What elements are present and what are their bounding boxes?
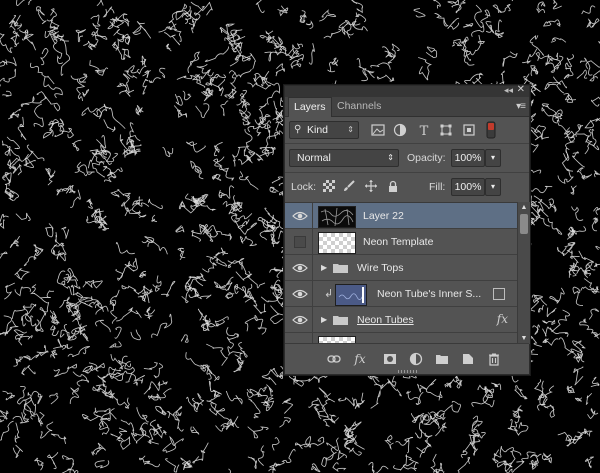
- layer-thumbnail: [318, 206, 356, 228]
- folder-icon: [333, 316, 348, 325]
- layer-row-neon-tubes[interactable]: ▶ Neon Tubes fx: [285, 307, 517, 333]
- image-filter-icon[interactable]: [371, 123, 385, 137]
- search-icon: ⚲: [294, 124, 302, 135]
- folder-icon: [333, 264, 348, 273]
- smart-object-badge-icon: [493, 288, 505, 300]
- lock-transparent-icon[interactable]: [323, 180, 335, 192]
- panel-menu-icon[interactable]: ▾≡: [516, 101, 526, 112]
- chevron-updown-icon: ⇕: [347, 125, 354, 134]
- svg-text:T: T: [420, 124, 429, 137]
- expand-arrow-icon[interactable]: ▶: [321, 315, 327, 324]
- lock-icons: [323, 180, 403, 192]
- opacity-dropdown-button[interactable]: ▾: [485, 149, 501, 167]
- filter-kind-label: Kind: [307, 124, 329, 136]
- panel-title-bar[interactable]: ◂◂ ✕: [285, 84, 529, 97]
- layer-effects-icon[interactable]: fx: [497, 312, 508, 326]
- layer-thumbnail: [335, 284, 367, 306]
- tab-layers[interactable]: Layers: [288, 97, 332, 117]
- filter-kind-select[interactable]: ⚲ Kind ⇕: [289, 121, 359, 139]
- expand-arrow-icon[interactable]: ▶: [321, 263, 327, 272]
- fill-input[interactable]: 100%: [451, 178, 485, 196]
- filter-toggle-icon[interactable]: [484, 121, 498, 139]
- close-panel-icon[interactable]: ✕: [517, 84, 525, 95]
- eye-icon[interactable]: [292, 262, 308, 274]
- scroll-thumb[interactable]: [520, 214, 528, 234]
- panel-bottom-bar: fx: [285, 343, 529, 374]
- blend-mode-select[interactable]: Normal ⇕: [289, 149, 399, 167]
- new-adjustment-icon[interactable]: [409, 352, 423, 366]
- chevron-updown-icon: ⇕: [387, 153, 394, 162]
- lock-position-icon[interactable]: [365, 180, 377, 192]
- layer-row-layer-22[interactable]: Layer 22: [285, 203, 517, 229]
- eye-icon[interactable]: [292, 210, 308, 222]
- smart-object-filter-icon[interactable]: [462, 123, 476, 137]
- layer-list-scrollbar[interactable]: ▲ ▼: [517, 202, 530, 344]
- lock-paint-icon[interactable]: [343, 180, 355, 192]
- filter-icons: T: [371, 121, 521, 139]
- lock-label: Lock:: [291, 181, 317, 193]
- layer-name: Wire Tops: [357, 262, 404, 274]
- layer-name: Neon Template: [363, 236, 434, 248]
- type-filter-icon[interactable]: T: [417, 123, 431, 137]
- blend-mode-value: Normal: [297, 152, 331, 164]
- layer-name: Neon Tube's Inner S...: [377, 288, 482, 300]
- layer-row-neon-tubes-inner[interactable]: ↲ Neon Tube's Inner S...: [285, 281, 517, 307]
- add-mask-icon[interactable]: [383, 352, 397, 366]
- lock-all-icon[interactable]: [387, 180, 399, 192]
- layer-name: Neon Tubes: [357, 314, 414, 326]
- tab-channels[interactable]: Channels: [332, 97, 386, 116]
- fill-dropdown-button[interactable]: ▾: [485, 178, 501, 196]
- resize-grip[interactable]: [398, 370, 418, 373]
- link-icon[interactable]: [327, 352, 341, 366]
- eye-icon[interactable]: [292, 288, 308, 300]
- scroll-up-icon[interactable]: ▲: [518, 202, 530, 213]
- visibility-toggle[interactable]: [294, 236, 306, 248]
- layer-row-neon-template[interactable]: Neon Template: [285, 229, 517, 255]
- new-layer-icon[interactable]: [461, 352, 475, 366]
- add-style-icon[interactable]: fx: [353, 352, 367, 366]
- opacity-label: Opacity:: [407, 152, 446, 164]
- layer-row-wire-tops[interactable]: ▶ Wire Tops: [285, 255, 517, 281]
- collapse-panel-icon[interactable]: ◂◂: [504, 85, 513, 96]
- layers-panel: ◂◂ ✕ Layers Channels ▾≡ ⚲ Kind ⇕ T Norma…: [284, 84, 530, 375]
- fill-label: Fill:: [429, 181, 446, 193]
- layer-name: Layer 22: [363, 210, 404, 222]
- shape-filter-icon[interactable]: [439, 123, 453, 137]
- opacity-input[interactable]: 100%: [451, 149, 485, 167]
- eye-icon[interactable]: [292, 314, 308, 326]
- trash-icon[interactable]: [487, 352, 501, 366]
- layer-list: Layer 22 Neon Template ▶ Wire Tops ↲ Neo…: [285, 202, 517, 345]
- adjustment-filter-icon[interactable]: [393, 123, 407, 137]
- layer-thumbnail: [318, 232, 356, 254]
- new-group-icon[interactable]: [435, 352, 449, 366]
- panel-tabs: Layers Channels ▾≡: [285, 97, 529, 117]
- clipping-mask-icon: ↲: [324, 288, 334, 300]
